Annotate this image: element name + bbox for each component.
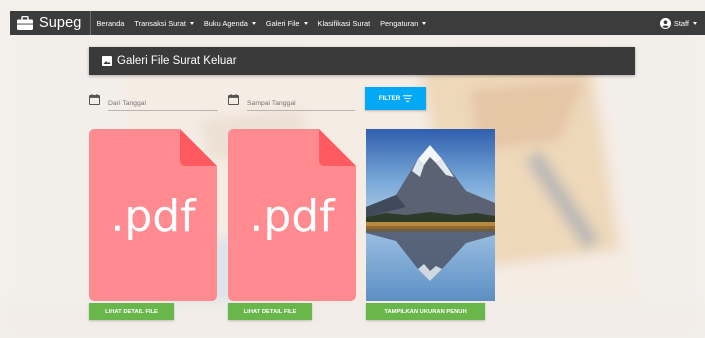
pdf-file-thumbnail[interactable]: .pdf — [89, 129, 217, 301]
nav-item-klasifikasi-surat[interactable]: Klasifikasi Surat — [318, 19, 371, 28]
nav-item-label: Galeri File — [265, 18, 300, 28]
nav-item-transaksi-surat[interactable]: Transaksi Surat — [134, 18, 194, 28]
input-underline — [108, 110, 218, 111]
user-name: Staff — [673, 18, 689, 28]
image-icon — [102, 56, 112, 66]
show-full-size-button[interactable]: TAMPILKAN UKURAN PENUH — [366, 303, 485, 320]
caret-down-icon — [693, 21, 697, 25]
brand-name: Supeg — [39, 15, 82, 31]
mountain-lake-photo — [366, 129, 495, 301]
view-file-detail-button[interactable]: LIHAT DETAIL FILE — [228, 303, 312, 320]
button-label: TAMPILKAN UKURAN PENUH — [384, 308, 467, 315]
from-date-input[interactable] — [108, 100, 218, 107]
filter-list-icon — [403, 95, 413, 102]
to-date-input[interactable] — [247, 100, 357, 107]
image-file-thumbnail[interactable] — [366, 129, 495, 301]
filter-button[interactable]: FILTER — [365, 87, 426, 110]
nav-item-beranda[interactable]: Beranda — [96, 19, 124, 28]
nav-item-pengaturan[interactable]: Pengaturan — [380, 18, 427, 28]
pdf-file-thumbnail[interactable]: .pdf — [228, 129, 356, 301]
nav-item-buku-agenda[interactable]: Buku Agenda — [204, 19, 256, 28]
file-extension-label: .pdf — [110, 191, 196, 242]
account-circle-icon — [659, 17, 671, 29]
filter-button-label: FILTER — [378, 95, 401, 102]
user-menu[interactable]: Staff — [659, 11, 697, 35]
button-label: LIHAT DETAIL FILE — [243, 308, 297, 315]
nav-item-label: Transaksi Surat — [134, 18, 186, 28]
calendar-icon — [228, 94, 239, 105]
caret-down-icon — [303, 21, 308, 25]
caret-down-icon — [422, 21, 427, 25]
input-underline — [247, 110, 355, 111]
file-extension-label: .pdf — [249, 191, 335, 242]
button-label: LIHAT DETAIL FILE — [105, 308, 158, 315]
calendar-icon — [89, 94, 100, 105]
briefcase-icon — [17, 16, 33, 30]
page-title: Galeri File Surat Keluar — [117, 55, 237, 67]
caret-down-icon — [189, 21, 194, 25]
nav-item-label: Beranda — [96, 18, 125, 28]
brand-link[interactable]: Supeg — [10, 11, 92, 35]
nav-item-label: Buku Agenda — [203, 18, 248, 28]
page-header: Galeri File Surat Keluar — [89, 47, 635, 75]
caret-down-icon — [251, 21, 256, 25]
view-file-detail-button[interactable]: LIHAT DETAIL FILE — [89, 303, 174, 320]
nav-item-label: Pengaturan — [380, 18, 419, 28]
nav-item-galeri-file[interactable]: Galeri File — [266, 19, 308, 28]
nav-item-label: Klasifikasi Surat — [317, 18, 371, 28]
top-navbar: Supeg Beranda Transaksi Surat Buku Agend… — [10, 11, 705, 35]
